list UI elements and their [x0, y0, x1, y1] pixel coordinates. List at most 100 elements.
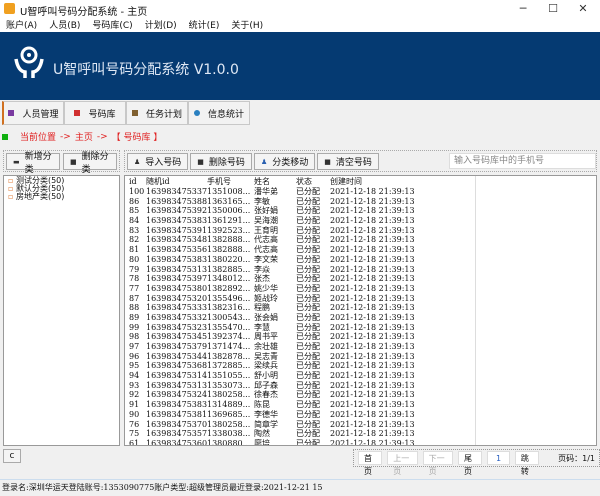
clear-icon: ■: [324, 157, 331, 166]
cell-random-id: 1639834753839: [146, 400, 207, 410]
cell-random-id: 1639834753335: [146, 303, 207, 313]
table-row[interactable]: 96 1639834753445 1382878... 吴志青 已分配 2021-12-1…: [125, 351, 596, 362]
header-id[interactable]: id: [125, 176, 146, 187]
cell-id: 91: [129, 400, 140, 410]
table-row[interactable]: 86 1639834753885 1363165... 李敏 已分配 2021-12-18…: [125, 196, 596, 207]
cell-phone: 1361291...: [207, 216, 251, 226]
app-icon: [4, 3, 15, 14]
tab-number-library[interactable]: 号码库: [64, 101, 126, 125]
minimize-button[interactable]: ─: [510, 2, 536, 17]
table-row[interactable]: 61 1639834753609 1380880... 廖培 已分配 2021-12-18…: [125, 438, 596, 446]
page-input[interactable]: 1: [487, 451, 510, 465]
menu-statistics[interactable]: 统计(E): [183, 19, 226, 33]
table-row[interactable]: 78 1639834753973 1348012... 张杰 已分配 2021-12-18…: [125, 274, 596, 284]
menu-staff[interactable]: 人员(B): [43, 19, 86, 33]
table-row[interactable]: 90 1639834753815 1369685... 李德华 已分配 2021-12-1…: [125, 409, 596, 420]
table-row[interactable]: 84 1639834753832 1361291... 吴海潮 已分配 2021-12-1…: [125, 216, 596, 226]
tab-label: 任务计划: [145, 109, 182, 120]
tab-staff-management[interactable]: 人员管理: [2, 101, 64, 125]
cell-status: 已分配: [296, 274, 320, 284]
table-row[interactable]: 80 1639834753839 1380220... 李文荣 已分配 2021-12-1…: [125, 254, 596, 265]
prev-page-button[interactable]: 上一页: [387, 451, 418, 476]
header-phone[interactable]: 手机号: [207, 176, 254, 187]
table-row[interactable]: 95 1639834753686 1372885... 梁续兵 已分配 2021-12-1…: [125, 361, 596, 372]
move-category-button[interactable]: ♟ 分类移动: [253, 153, 316, 170]
table-row[interactable]: 98 1639834753455 1392374... 周书平 已分配 2021-12-1…: [125, 332, 596, 342]
table-row[interactable]: 75 1639834753577 1338038... 陶然 已分配 2021-12-18…: [125, 429, 596, 439]
nav-tabs: 人员管理 号码库 任务计划 信息统计: [2, 101, 250, 126]
cell-name: 廖培: [254, 438, 270, 446]
header-name[interactable]: 姓名: [254, 176, 296, 187]
table-row[interactable]: 97 1639834753790 1371474... 余壮雄 已分配 2021-12-1…: [125, 342, 596, 352]
title-bar: U智呼叫号码分配系统 - 主页 ─ ☐ ✕: [0, 0, 600, 19]
delete-numbers-button[interactable]: ■ 删除号码: [190, 153, 252, 170]
delete-icon: ■: [70, 157, 77, 166]
table-row[interactable]: 88 1639834753335 1382316... 程鹏 已分配 2021-12-18…: [125, 303, 596, 313]
table-row[interactable]: 92 1639834753241 1380258... 徐春杰 已分配 2021-12-1…: [125, 390, 596, 401]
cell-id: 78: [129, 274, 140, 284]
menu-plan[interactable]: 计划(D): [139, 19, 183, 33]
table-row[interactable]: 94 1639834753147 1351055... 舒小明 已分配 2021-12-1…: [125, 371, 596, 381]
table-row[interactable]: 82 1639834753487 1382888... 代志高 已分配 2021-12-1…: [125, 235, 596, 246]
table-row[interactable]: 77 1639834753803 1382892... 姚少华 已分配 2021-12-1…: [125, 283, 596, 294]
cell-created: 2021-12-18 21:39:13: [330, 322, 476, 333]
breadcrumb: 当前位置 -> 主页 -> 【 号码库 】: [2, 130, 162, 143]
delete-category-button[interactable]: ■ 删除分类: [63, 152, 117, 175]
maximize-button[interactable]: ☐: [540, 2, 566, 17]
cell-status: 已分配: [296, 225, 320, 235]
tree-item[interactable]: ▫ 房地产类(50): [8, 193, 115, 201]
header-status[interactable]: 状态: [296, 176, 330, 187]
cell-id: 94: [129, 371, 140, 381]
table-row[interactable]: 100 1639834753373 1351008... 潘华弟 已分配 2021-12-…: [125, 187, 596, 197]
button-label: 新增分类: [24, 151, 52, 175]
cell-name: 周书平: [254, 332, 278, 342]
table-row[interactable]: 93 1639834753133 1353073... 邱子森 已分配 2021-12-1…: [125, 380, 596, 391]
cell-phone: 1355470...: [207, 322, 251, 332]
close-button[interactable]: ✕: [570, 2, 596, 17]
clear-numbers-button[interactable]: ■ 清空号码: [317, 153, 379, 170]
table-row[interactable]: 99 1639834753239 1355470... 李慧 已分配 2021-12-18…: [125, 322, 596, 333]
menu-number-library[interactable]: 号码库(C): [86, 19, 138, 33]
table-row[interactable]: 81 1639834753560 1382888... 代志高 已分配 2021-12-1…: [125, 245, 596, 255]
add-category-button[interactable]: ▬ 新增分类: [6, 152, 60, 175]
header-created[interactable]: 创建时间: [330, 176, 476, 187]
phone-search-input[interactable]: 输入号码库中的手机号: [449, 153, 596, 169]
go-button[interactable]: 跳转: [514, 451, 540, 476]
header-random-id[interactable]: 随机id: [146, 176, 207, 187]
first-page-button[interactable]: 首页: [358, 451, 383, 476]
last-page-button[interactable]: 尾页: [457, 451, 483, 476]
cell-id: 86: [129, 196, 140, 206]
numbers-table: id 随机id 手机号 姓名 状态 创建时间 100 1639834753373 1…: [124, 175, 597, 446]
banner-title: U智呼叫号码分配系统 V1.0.0: [53, 62, 239, 78]
cell-name: 徐春杰: [254, 390, 278, 400]
table-row[interactable]: 76 1639834753702 1380258... 简章学 已分配 2021-12-1…: [125, 419, 596, 430]
cell-created: 2021-12-18 21:39:13: [330, 332, 476, 342]
table-row[interactable]: 91 1639834753839 1314889... 陈昆 已分配 2021-12-18…: [125, 400, 596, 410]
status-bar: 登录名:深圳华运天登陆账号:1353090775账户类型:超级管理员最近登录:2…: [0, 479, 600, 495]
cell-phone: 1300543...: [207, 312, 251, 322]
breadcrumb-home[interactable]: 主页: [75, 130, 93, 143]
cell-id: 98: [129, 332, 140, 342]
cell-phone: 1380258...: [207, 390, 251, 400]
cell-created: 2021-12-18 21:39:13: [330, 235, 476, 246]
refresh-button[interactable]: c: [3, 449, 21, 463]
cell-id: 87: [129, 293, 140, 303]
menu-about[interactable]: 关于(H): [225, 19, 269, 33]
cell-phone: 1380258...: [207, 419, 251, 429]
table-row[interactable]: 79 1639834753139 1382885... 李焱 已分配 2021-12-18…: [125, 264, 596, 275]
menu-bar: 账户(A) 人员(B) 号码库(C) 计划(D) 统计(E) 关于(H): [0, 19, 600, 33]
table-row[interactable]: 85 1639834753926 1350006... 张好娟 已分配 2021-12-1…: [125, 206, 596, 217]
cell-created: 2021-12-18 21:39:13: [330, 254, 476, 265]
tab-statistics[interactable]: 信息统计: [188, 101, 250, 125]
cell-created: 2021-12-18 21:39:13: [330, 264, 476, 275]
next-page-button[interactable]: 下一页: [422, 451, 453, 476]
table-row[interactable]: 83 1639834753919 1392523... 王育明 已分配 2021-12-1…: [125, 225, 596, 236]
menu-account[interactable]: 账户(A): [0, 19, 43, 33]
tab-task-plan[interactable]: 任务计划: [126, 101, 188, 125]
cell-created: 2021-12-18 21:39:13: [330, 409, 476, 420]
cell-status: 已分配: [296, 216, 320, 226]
import-numbers-button[interactable]: ♟ 导入号码: [127, 153, 189, 170]
table-row[interactable]: 89 1639834753324 1300543... 张会娟 已分配 2021-12-1…: [125, 312, 596, 323]
cell-status: 已分配: [296, 409, 320, 419]
table-row[interactable]: 87 1639834753200 1355496... 姬战玲 已分配 2021-12-1…: [125, 293, 596, 304]
